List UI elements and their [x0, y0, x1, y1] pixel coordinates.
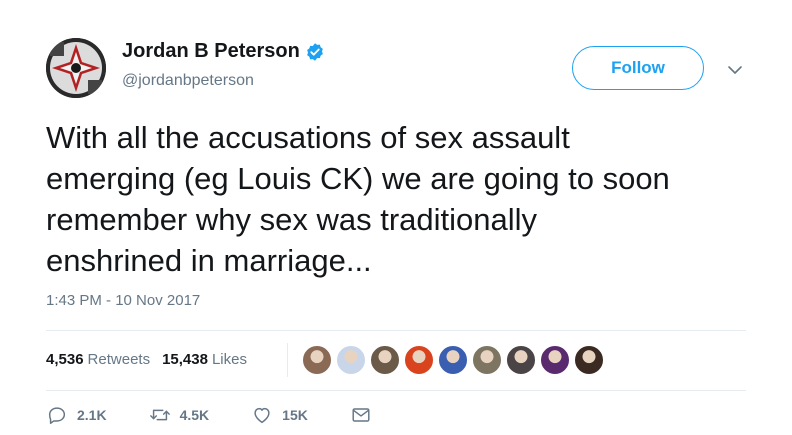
retweet-count: 4.5K: [179, 407, 210, 423]
chevron-down-icon[interactable]: [725, 60, 745, 80]
follow-button[interactable]: Follow: [572, 46, 704, 90]
author-handle[interactable]: @jordanbpeterson: [122, 72, 254, 90]
liker-avatar[interactable]: [471, 344, 503, 376]
liker-avatar[interactable]: [301, 344, 333, 376]
liker-avatar[interactable]: [335, 344, 367, 376]
reply-count: 2.1K: [77, 407, 107, 423]
like-count: 15K: [282, 407, 308, 423]
divider: [46, 330, 746, 331]
retweet-button[interactable]: 4.5K: [149, 404, 210, 426]
mandala-avatar-icon: [46, 38, 106, 98]
author-avatar[interactable]: [46, 38, 106, 98]
tweet-text: With all the accusations of sex assault …: [46, 120, 670, 278]
retweets-label: Retweets: [87, 351, 151, 368]
like-button[interactable]: 15K: [251, 404, 308, 426]
tweet-card: Jordan B Peterson @jordanbpeterson Follo…: [0, 0, 792, 435]
likes-stat[interactable]: 15,438 Likes: [162, 351, 247, 368]
retweet-icon: [149, 409, 170, 421]
tweet-timestamp[interactable]: 1:43 PM - 10 Nov 2017: [46, 292, 200, 309]
liker-avatar[interactable]: [505, 344, 537, 376]
liker-avatar[interactable]: [573, 344, 605, 376]
liker-avatar[interactable]: [437, 344, 469, 376]
reply-icon: [48, 407, 66, 424]
direct-message-button[interactable]: [350, 404, 372, 426]
verified-badge-icon: [306, 42, 323, 61]
divider: [46, 390, 746, 391]
author-name[interactable]: Jordan B Peterson: [122, 40, 300, 63]
retweets-count: 4,536: [46, 351, 84, 368]
liker-avatar[interactable]: [539, 344, 571, 376]
liker-avatar[interactable]: [369, 344, 401, 376]
tweet-actions: 2.1K 4.5K 15K: [46, 404, 414, 426]
heart-icon: [254, 407, 270, 424]
reply-button[interactable]: 2.1K: [46, 404, 107, 426]
liker-avatar[interactable]: [403, 344, 435, 376]
likers-avatars: [301, 344, 607, 376]
likes-count: 15,438: [162, 351, 208, 368]
likes-label: Likes: [211, 351, 247, 368]
retweets-stat[interactable]: 4,536 Retweets: [46, 351, 150, 368]
engagement-stats: 4,536 Retweets 15,438 Likes: [46, 351, 259, 368]
envelope-icon: [352, 408, 370, 422]
stats-separator: [287, 343, 288, 377]
